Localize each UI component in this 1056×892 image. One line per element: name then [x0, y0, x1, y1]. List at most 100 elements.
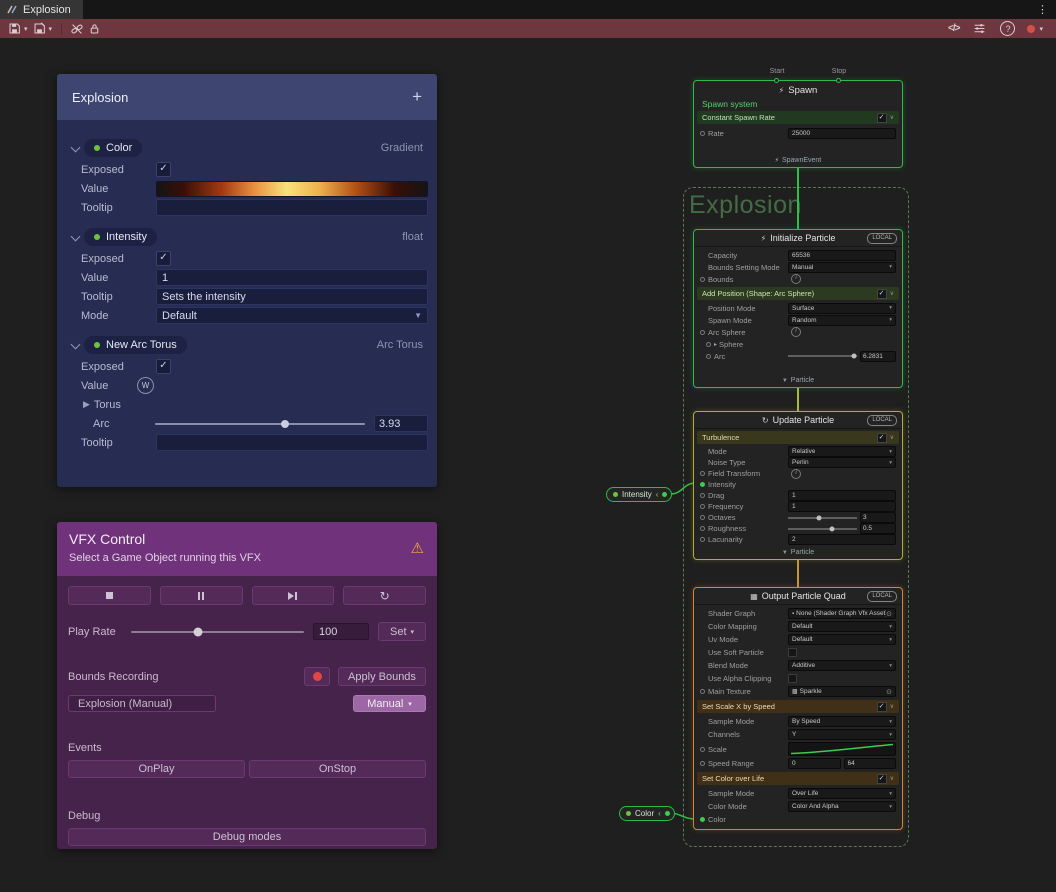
- spawn-mode-dropdown[interactable]: Random▾: [788, 315, 896, 326]
- shader-graph-object-field[interactable]: ▪None (Shader Graph Vfx Asset)⊙: [788, 608, 896, 619]
- blend-mode-dropdown[interactable]: Additive▾: [788, 660, 896, 671]
- lock-button[interactable]: [86, 22, 103, 35]
- initialize-out-port[interactable]: ▼ Particle: [694, 374, 902, 387]
- use-soft-particle-checkbox[interactable]: [788, 648, 797, 657]
- block-set-color-over-life[interactable]: Set Color over Life ✓ ∨: [697, 772, 899, 785]
- restart-button[interactable]: ↻: [343, 586, 426, 605]
- play-rate-slider[interactable]: [131, 631, 304, 633]
- info-icon[interactable]: i: [791, 327, 801, 337]
- block-enabled-checkbox[interactable]: ✓: [877, 702, 887, 712]
- help-button[interactable]: ?: [1000, 21, 1015, 36]
- blackboard-panel[interactable]: Explosion + Color Gradient Exposed ✓ Val…: [57, 74, 437, 487]
- output-node-header[interactable]: ▦ Output Particle Quad LOCAL: [694, 588, 902, 605]
- tab-explosion[interactable]: Explosion: [0, 0, 83, 19]
- speed-range-port[interactable]: [700, 761, 705, 766]
- add-property-button[interactable]: +: [412, 87, 422, 107]
- channels-dropdown[interactable]: Y▾: [788, 729, 896, 740]
- param-collapse-icon[interactable]: ‹: [656, 491, 659, 499]
- output-particle-quad-node[interactable]: ▦ Output Particle Quad LOCAL Shader Grap…: [693, 587, 903, 830]
- lacunarity-port[interactable]: [700, 537, 705, 542]
- chevron-down-icon[interactable]: [70, 232, 84, 242]
- octaves-value-field[interactable]: 3: [860, 512, 896, 523]
- block-enabled-checkbox[interactable]: ✓: [877, 289, 887, 299]
- mode-dropdown[interactable]: Default▼: [156, 307, 428, 324]
- info-icon[interactable]: i: [791, 469, 801, 479]
- torus-tooltip-input[interactable]: [156, 434, 428, 451]
- set-button[interactable]: Set ▾: [378, 622, 426, 641]
- save-as-button[interactable]: [31, 22, 48, 35]
- intensity-tooltip-input[interactable]: Sets the intensity: [156, 288, 428, 305]
- frequency-port[interactable]: [700, 504, 705, 509]
- block-enabled-checkbox[interactable]: ✓: [877, 433, 887, 443]
- sphere-port[interactable]: [706, 342, 711, 347]
- speed-range-max-field[interactable]: 64: [844, 758, 897, 769]
- exposed-checkbox[interactable]: ✓: [156, 162, 171, 177]
- exposed-checkbox[interactable]: ✓: [156, 251, 171, 266]
- position-mode-dropdown[interactable]: Surface▾: [788, 303, 896, 314]
- step-button[interactable]: [252, 586, 335, 605]
- pause-button[interactable]: [160, 586, 243, 605]
- compile-code-button[interactable]: </>: [948, 23, 959, 34]
- exposed-checkbox[interactable]: ✓: [156, 359, 171, 374]
- drag-port[interactable]: [700, 493, 705, 498]
- scale-curve-field[interactable]: [788, 742, 896, 756]
- foldout-arrow-icon[interactable]: ▶: [83, 399, 90, 410]
- initialize-node-header[interactable]: ⚡ Initialize Particle LOCAL: [694, 230, 902, 247]
- block-enabled-checkbox[interactable]: ✓: [877, 113, 887, 123]
- graph-canvas[interactable]: Explosion Start Stop ⚡ Spawn Spawn syste…: [0, 38, 1056, 892]
- save-button[interactable]: [6, 22, 23, 35]
- lacunarity-field[interactable]: 2: [788, 534, 896, 545]
- object-picker-icon[interactable]: ⊙: [886, 688, 892, 696]
- bounds-setting-mode-dropdown[interactable]: Manual▾: [788, 262, 896, 273]
- settings-sliders-button[interactable]: [971, 22, 988, 35]
- rate-field[interactable]: 25000: [788, 128, 896, 139]
- onstop-button[interactable]: OnStop: [249, 760, 426, 778]
- chevron-down-icon[interactable]: [70, 340, 84, 350]
- use-alpha-clipping-checkbox[interactable]: [788, 674, 797, 683]
- param-output-port[interactable]: [665, 811, 670, 816]
- roughness-slider[interactable]: [788, 528, 857, 530]
- sample-mode-life-dropdown[interactable]: Over Life▾: [788, 788, 896, 799]
- arc-slider[interactable]: [788, 355, 857, 357]
- window-menu-icon[interactable]: ⋮: [1029, 3, 1056, 16]
- octaves-port[interactable]: [700, 515, 705, 520]
- debug-modes-button[interactable]: Debug modes: [68, 828, 426, 846]
- field-transform-port[interactable]: [700, 471, 705, 476]
- initialize-particle-node[interactable]: ⚡ Initialize Particle LOCAL Capacity 655…: [693, 229, 903, 388]
- chevron-down-icon[interactable]: [70, 143, 84, 153]
- arc-sphere-port[interactable]: [700, 330, 705, 335]
- bounds-port[interactable]: [700, 277, 705, 282]
- record-bounds-button[interactable]: [304, 667, 330, 686]
- save-as-dropdown-caret[interactable]: ▾: [49, 25, 53, 33]
- play-rate-field[interactable]: 100: [313, 623, 369, 640]
- onplay-button[interactable]: OnPlay: [68, 760, 245, 778]
- drag-field[interactable]: 1: [788, 490, 896, 501]
- main-texture-port[interactable]: [700, 689, 705, 694]
- tooltip-input[interactable]: [156, 199, 428, 216]
- section-color[interactable]: Color Gradient: [57, 135, 437, 160]
- param-output-port[interactable]: [662, 492, 667, 497]
- spawn-node[interactable]: Start Stop ⚡ Spawn Spawn system Constant…: [693, 80, 903, 168]
- uv-mode-dropdown[interactable]: Default▾: [788, 634, 896, 645]
- arc-port[interactable]: [706, 354, 711, 359]
- vfx-control-panel[interactable]: VFX Control Select a Game Object running…: [57, 522, 437, 849]
- block-set-scale-x-by-speed[interactable]: Set Scale X by Speed ✓ ∨: [697, 700, 899, 713]
- gradient-field[interactable]: [156, 181, 428, 197]
- block-collapse-caret[interactable]: ∨: [890, 290, 894, 297]
- property-pill-new-arc-torus[interactable]: New Arc Torus: [84, 336, 187, 354]
- color-mode-dropdown[interactable]: Color And Alpha▾: [788, 801, 896, 812]
- scale-port[interactable]: [700, 747, 705, 752]
- asset-badge-dropdown[interactable]: ▾: [1027, 25, 1046, 33]
- spawn-start-port[interactable]: [774, 78, 779, 83]
- block-collapse-caret[interactable]: ∨: [890, 703, 894, 710]
- update-particle-node[interactable]: ↻ Update Particle LOCAL Turbulence ✓ ∨ M…: [693, 411, 903, 560]
- color-mapping-dropdown[interactable]: Default▾: [788, 621, 896, 632]
- block-constant-spawn-rate[interactable]: Constant Spawn Rate ✓ ∨: [697, 111, 899, 124]
- block-collapse-caret[interactable]: ∨: [890, 114, 894, 121]
- system-name-label[interactable]: Explosion: [689, 191, 802, 220]
- main-texture-object-field[interactable]: ▩Sparkle⊙: [788, 686, 896, 697]
- bounds-mode-dropdown[interactable]: Manual ▾: [353, 695, 426, 712]
- sample-mode-dropdown[interactable]: By Speed▾: [788, 716, 896, 727]
- color-port-connected[interactable]: [700, 817, 705, 822]
- mode-dropdown[interactable]: Relative▾: [788, 446, 896, 457]
